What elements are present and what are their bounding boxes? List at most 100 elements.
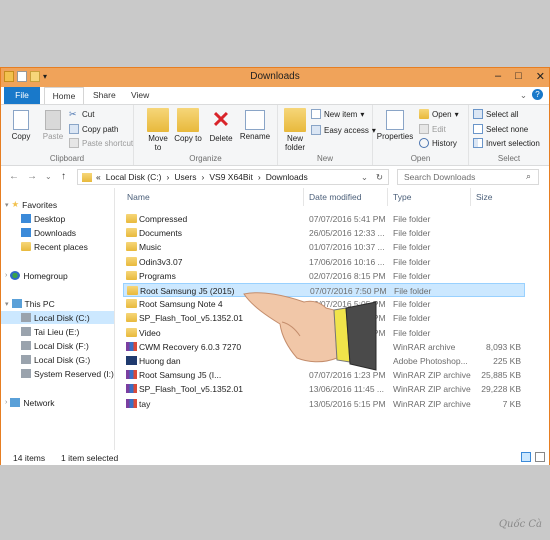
nav-system-reserved[interactable]: System Reserved (I:) bbox=[21, 367, 114, 380]
nav-this-pc[interactable]: ▾ This PC bbox=[5, 297, 55, 310]
up-icon[interactable]: ↑ bbox=[61, 171, 66, 182]
select-none-button[interactable]: Select none bbox=[473, 124, 528, 134]
chevron-down-icon[interactable]: ⌄ bbox=[361, 172, 368, 183]
nav-network[interactable]: › Network bbox=[5, 396, 55, 409]
copy-button[interactable]: Copy bbox=[7, 108, 35, 141]
edit-button[interactable]: Edit bbox=[419, 124, 446, 134]
minimize-icon[interactable]: – bbox=[495, 70, 501, 83]
history-button[interactable]: History bbox=[419, 138, 457, 148]
cut-button[interactable]: ✂ Cut bbox=[69, 109, 94, 119]
chevron-down-icon[interactable]: ⌄ bbox=[520, 90, 527, 101]
drive-icon bbox=[21, 341, 31, 350]
help-icon[interactable]: ? bbox=[532, 89, 543, 100]
new-folder-label: New folder bbox=[284, 134, 305, 152]
search-input[interactable]: Search Downloads bbox=[397, 169, 539, 185]
nav-local-disk-g[interactable]: Local Disk (G:) bbox=[21, 353, 90, 366]
file-row[interactable]: Documents 26/05/2016 12:33 ... File folder bbox=[123, 226, 525, 240]
column-divider[interactable] bbox=[470, 188, 471, 206]
paste-shortcut-button[interactable]: Paste shortcut bbox=[69, 138, 133, 148]
navigation-pane: ▾ ★ Favorites Desktop Downloads Recent pla… bbox=[1, 188, 115, 450]
refresh-icon[interactable]: ↻ bbox=[376, 172, 383, 183]
selection-count: 1 item selected bbox=[61, 453, 119, 463]
folder-icon bbox=[126, 270, 137, 280]
file-date: 26/05/2016 12:33 ... bbox=[309, 228, 385, 239]
invert-selection-label: Invert selection bbox=[486, 138, 540, 148]
tab-share[interactable]: Share bbox=[93, 90, 116, 100]
back-icon[interactable]: ← bbox=[9, 171, 19, 182]
folder-icon bbox=[126, 313, 137, 323]
details-view-icon[interactable] bbox=[521, 452, 531, 462]
paste-shortcut-label: Paste shortcut bbox=[82, 138, 134, 148]
column-divider[interactable] bbox=[303, 188, 304, 206]
file-row[interactable]: Odin3v3.07 17/06/2016 10:16 ... File folde… bbox=[123, 255, 525, 269]
file-name: tay bbox=[139, 398, 151, 409]
nav-local-disk-c[interactable]: Local Disk (C:) bbox=[1, 311, 114, 324]
file-type: File folder bbox=[393, 242, 431, 253]
file-size: 225 KB bbox=[493, 356, 521, 366]
paste-icon bbox=[45, 110, 61, 130]
open-icon bbox=[419, 109, 429, 119]
file-type: WinRAR ZIP archive bbox=[393, 370, 471, 381]
nav-local-disk-f[interactable]: Local Disk (F:) bbox=[21, 339, 89, 352]
window-controls: – □ ✕ bbox=[495, 70, 545, 83]
chevron-down-icon: ▾ bbox=[360, 109, 365, 119]
folder-icon bbox=[127, 286, 138, 295]
file-row[interactable]: Music 01/07/2016 10:37 ... File folder bbox=[123, 240, 525, 254]
column-date[interactable]: Date modified bbox=[309, 192, 361, 202]
file-type: File folder bbox=[393, 270, 431, 281]
tab-home[interactable]: Home bbox=[44, 87, 84, 104]
edit-label: Edit bbox=[432, 124, 446, 134]
breadcrumb-c-drive[interactable]: Local Disk (C:) bbox=[106, 172, 162, 182]
nav-tai-lieu-e[interactable]: Tai Lieu (E:) bbox=[21, 325, 79, 338]
chevron-right-icon: › bbox=[166, 172, 170, 182]
new-folder-button[interactable]: New folder bbox=[281, 108, 309, 152]
nav-downloads[interactable]: Downloads bbox=[21, 226, 76, 239]
invert-selection-button[interactable]: Invert selection bbox=[473, 138, 540, 148]
photoshop-file-icon bbox=[126, 356, 137, 365]
breadcrumb-users[interactable]: Users bbox=[174, 172, 196, 182]
rename-label: Rename bbox=[239, 132, 271, 141]
large-icons-view-icon[interactable] bbox=[535, 452, 545, 462]
column-type[interactable]: Type bbox=[393, 192, 411, 202]
move-to-button[interactable]: Move to bbox=[144, 108, 172, 152]
nav-desktop[interactable]: Desktop bbox=[21, 212, 65, 225]
file-row[interactable]: tay 13/05/2016 5:15 PM WinRAR ZIP archive 7… bbox=[123, 397, 525, 411]
folder-icon bbox=[82, 172, 92, 182]
tab-view[interactable]: View bbox=[131, 90, 149, 100]
breadcrumb-user[interactable]: VS9 X64Bit bbox=[209, 172, 252, 182]
select-all-button[interactable]: Select all bbox=[473, 109, 518, 119]
copy-path-button[interactable]: Copy path bbox=[69, 124, 118, 134]
history-icon bbox=[419, 138, 429, 148]
close-icon[interactable]: ✕ bbox=[536, 70, 545, 83]
file-row[interactable]: Compressed 07/07/2016 5:41 PM File folder bbox=[123, 212, 525, 226]
rename-button[interactable]: Rename bbox=[238, 108, 272, 141]
file-size: 7 KB bbox=[502, 398, 521, 409]
file-type: File folder bbox=[394, 286, 432, 296]
delete-button[interactable]: ✕ Delete bbox=[206, 108, 236, 144]
nav-favorites[interactable]: ▾ ★ Favorites bbox=[5, 198, 57, 211]
copy-to-button[interactable]: Copy to bbox=[174, 108, 202, 143]
file-type: File folder bbox=[393, 327, 431, 338]
file-type: WinRAR ZIP archive bbox=[393, 384, 471, 395]
easy-access-button[interactable]: Easy access ▾ bbox=[311, 125, 376, 135]
new-item-button[interactable]: New item ▾ bbox=[311, 109, 364, 119]
maximize-icon[interactable]: □ bbox=[515, 70, 522, 83]
expand-icon: ▾ bbox=[5, 300, 9, 308]
column-size[interactable]: Size bbox=[476, 192, 493, 202]
open-button[interactable]: Open ▾ bbox=[419, 109, 459, 119]
network-icon bbox=[10, 398, 21, 407]
forward-icon[interactable]: → bbox=[27, 171, 37, 182]
nav-recent-places[interactable]: Recent places bbox=[21, 240, 88, 253]
file-name: Video bbox=[139, 327, 161, 338]
column-divider[interactable] bbox=[387, 188, 388, 206]
nav-homegroup-label: Homegroup bbox=[23, 270, 68, 281]
breadcrumb-overflow[interactable]: « bbox=[96, 172, 101, 182]
breadcrumb-downloads[interactable]: Downloads bbox=[266, 172, 308, 182]
tab-file[interactable]: File bbox=[4, 87, 40, 104]
properties-button[interactable]: Properties bbox=[376, 108, 414, 141]
column-name[interactable]: Name bbox=[127, 192, 150, 202]
address-bar[interactable]: « Local Disk (C:) › Users › VS9 X64Bit ›… bbox=[77, 169, 389, 185]
paste-button[interactable]: Paste bbox=[39, 108, 67, 141]
chevron-down-icon[interactable]: ⌄ bbox=[45, 172, 52, 181]
nav-homegroup[interactable]: › Homegroup bbox=[5, 269, 68, 282]
